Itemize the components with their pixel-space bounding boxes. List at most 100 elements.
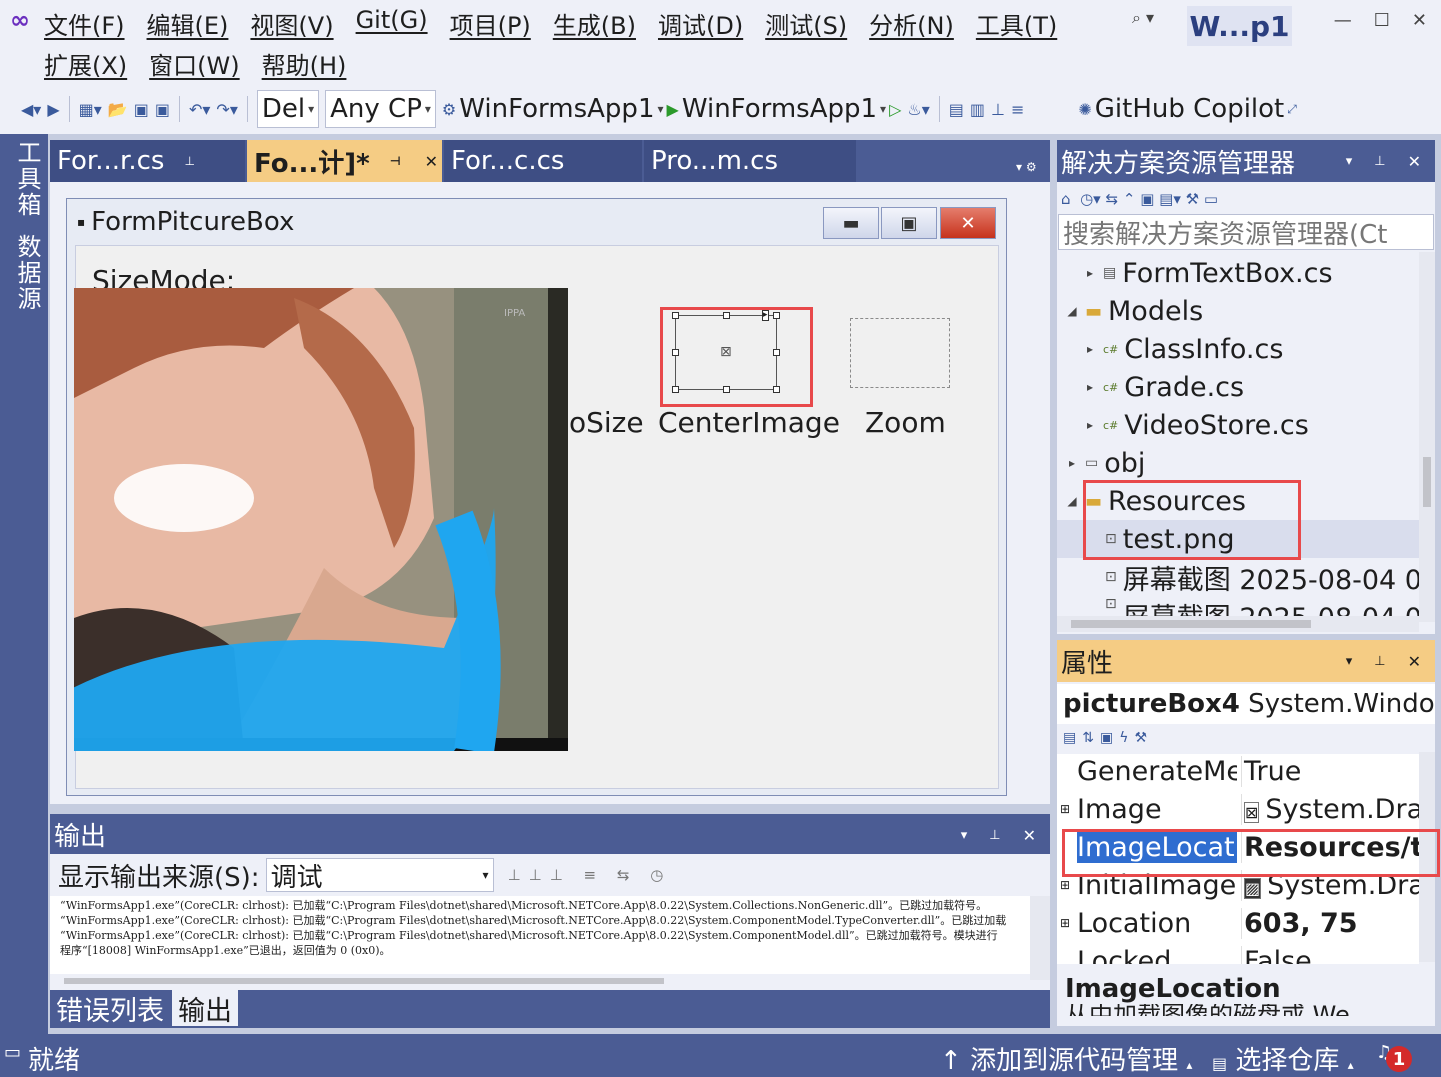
- property-value[interactable]: 603, 75: [1241, 908, 1419, 939]
- back-icon[interactable]: ◀▾: [21, 100, 41, 119]
- property-row[interactable]: ⊞ Image ⊠ System.Dra: [1057, 792, 1419, 830]
- close-icon[interactable]: ✕: [1023, 826, 1036, 845]
- output-tools-icon[interactable]: ⊥⊥⊥ ≡ ⇆ ◷: [508, 866, 672, 884]
- close-tab-icon[interactable]: ✕: [425, 152, 438, 171]
- add-source-control-button[interactable]: ↑ 添加到源代码管理 ▴: [940, 1040, 1192, 1077]
- save-all-icon[interactable]: ▣: [155, 100, 170, 119]
- menu-debug[interactable]: 调试(D): [658, 6, 743, 41]
- output-vscrollbar[interactable]: [1030, 896, 1050, 980]
- zoom-label[interactable]: Zoom: [865, 406, 946, 439]
- property-row[interactable]: GenerateMe True: [1057, 754, 1419, 792]
- output-hscrollbar[interactable]: [50, 974, 1030, 988]
- property-value[interactable]: False: [1241, 946, 1419, 964]
- dropdown-icon[interactable]: ▾: [1346, 154, 1353, 169]
- copilot-button[interactable]: GitHub Copilot: [1095, 94, 1284, 124]
- property-row[interactable]: ⊞ Location 603, 75: [1057, 906, 1419, 944]
- wrench-icon[interactable]: ⚒: [1134, 730, 1147, 746]
- close-icon[interactable]: ✕: [1408, 152, 1421, 171]
- tab-form-r[interactable]: For...r.cs ⊥: [50, 140, 245, 182]
- startup-project[interactable]: WinFormsApp1: [459, 94, 654, 124]
- expand-icon[interactable]: ⊞: [1060, 878, 1070, 892]
- tree-item[interactable]: ▸ ▤ FormTextBox.cs: [1057, 254, 1419, 292]
- picturebox-zoom[interactable]: [850, 318, 950, 388]
- categorized-icon[interactable]: ▤: [1063, 730, 1076, 746]
- solution-hscrollbar[interactable]: [1057, 616, 1419, 632]
- solution-scrollbar[interactable]: [1419, 252, 1435, 622]
- menu-tools[interactable]: 工具(T): [976, 6, 1057, 41]
- forward-icon[interactable]: ▶: [47, 100, 59, 119]
- pin-icon[interactable]: ⊥: [1374, 154, 1385, 169]
- run-icon[interactable]: ▶: [667, 100, 679, 119]
- open-icon[interactable]: 📂: [108, 100, 128, 119]
- browser-icon[interactable]: ▤: [949, 100, 964, 119]
- select-repo-button[interactable]: ▤ 选择仓库 ▴: [1212, 1040, 1354, 1077]
- pin-icon[interactable]: ⊣: [390, 154, 401, 168]
- alphabetical-icon[interactable]: ⇅: [1082, 730, 1094, 746]
- align-icon[interactable]: ⊥: [991, 100, 1005, 119]
- run-target[interactable]: WinFormsApp1: [682, 94, 877, 124]
- menu-build[interactable]: 生成(B): [553, 6, 636, 41]
- tab-program[interactable]: Pro...m.cs: [644, 140, 856, 182]
- notification-badge[interactable]: 1: [1386, 1046, 1412, 1072]
- run-without-debug-icon[interactable]: ▷: [889, 100, 901, 119]
- project-badge[interactable]: W...p1: [1187, 6, 1292, 46]
- copilot-expand-icon[interactable]: ⤢: [1287, 102, 1297, 117]
- tree-item[interactable]: ⊡ 屏幕截图 2025-08-04 0: [1057, 596, 1419, 616]
- menu-view[interactable]: 视图(V): [250, 6, 333, 41]
- tab-form-designer[interactable]: Fo...计]* ⊣ ✕: [247, 140, 442, 182]
- menu-git[interactable]: Git(G): [356, 6, 428, 41]
- collapse-icon[interactable]: ⌃: [1123, 190, 1136, 208]
- home-icon[interactable]: ⌂: [1061, 190, 1071, 208]
- menu-analyze[interactable]: 分析(N): [869, 6, 954, 41]
- output-source-select[interactable]: 调试 ▾: [265, 858, 494, 893]
- menu-edit[interactable]: 编辑(E): [147, 6, 229, 41]
- expand-icon[interactable]: ⊞: [1060, 916, 1070, 930]
- menu-extensions[interactable]: 扩展(X): [44, 46, 127, 81]
- hot-reload-icon[interactable]: ♨▾: [907, 100, 929, 119]
- show-all-icon[interactable]: ▣: [1140, 190, 1154, 208]
- redo-icon[interactable]: ↷▾: [216, 100, 237, 119]
- close-icon[interactable]: ✕: [1412, 10, 1427, 31]
- property-value[interactable]: ⊠ System.Dra: [1241, 794, 1419, 825]
- tree-item[interactable]: ◢ ▬ Models: [1057, 292, 1419, 330]
- properties-icon[interactable]: ▣: [1100, 730, 1113, 746]
- solution-search-input[interactable]: 搜索解决方案资源管理器(Ct: [1058, 214, 1434, 250]
- dropdown-icon[interactable]: ▾: [1346, 654, 1353, 669]
- expand-icon[interactable]: ⊞: [1060, 802, 1070, 816]
- maximize-icon[interactable]: ☐: [1374, 10, 1390, 31]
- events-icon[interactable]: ϟ: [1119, 730, 1128, 746]
- pin-icon[interactable]: ⊥: [184, 154, 194, 168]
- layout-icon[interactable]: ▥: [970, 100, 985, 119]
- centerimage-label[interactable]: CenterImage: [658, 406, 840, 439]
- datasource-tab[interactable]: 数据源: [10, 234, 45, 312]
- output-text[interactable]: “WinFormsApp1.exe”(CoreCLR: clrhost): 已加…: [50, 896, 1030, 980]
- new-project-icon[interactable]: ▦▾: [79, 100, 102, 119]
- search-icon[interactable]: ⌕ ▾: [1132, 8, 1154, 28]
- pin-icon[interactable]: ⊥: [1374, 654, 1385, 669]
- tree-item[interactable]: ▸ c# VideoStore.cs: [1057, 406, 1419, 444]
- tree-item[interactable]: ▸ c# ClassInfo.cs: [1057, 330, 1419, 368]
- menu-file[interactable]: 文件(F): [44, 6, 125, 41]
- menu-help[interactable]: 帮助(H): [262, 46, 347, 81]
- platform-select[interactable]: Any CP ▾: [325, 90, 436, 128]
- wrench-icon[interactable]: ⚒: [1186, 190, 1199, 208]
- minimize-icon[interactable]: —: [1334, 10, 1352, 31]
- autosize-label[interactable]: oSize: [569, 406, 644, 439]
- property-value[interactable]: True: [1241, 756, 1419, 787]
- save-icon[interactable]: ▣: [134, 100, 149, 119]
- property-row[interactable]: Locked False: [1057, 944, 1419, 964]
- menu-project[interactable]: 项目(P): [450, 6, 531, 41]
- preview-icon[interactable]: ▭: [1204, 190, 1218, 208]
- menu-test[interactable]: 测试(S): [765, 6, 847, 41]
- tab-form-c[interactable]: For...c.cs: [444, 140, 642, 182]
- tree-item[interactable]: ▸ c# Grade.cs: [1057, 368, 1419, 406]
- tab-error-list[interactable]: 错误列表: [50, 990, 170, 1027]
- picturebox-photo[interactable]: IPPA: [74, 288, 568, 751]
- menu-window[interactable]: 窗口(W): [149, 46, 239, 81]
- filter-icon[interactable]: ▤▾: [1159, 190, 1181, 208]
- format-icon[interactable]: ≡: [1011, 100, 1024, 119]
- object-selector[interactable]: pictureBox4 System.Windo: [1057, 684, 1435, 724]
- pin-icon[interactable]: ⊥: [989, 828, 1000, 843]
- tab-overflow-icon[interactable]: ▾ ⚙: [1016, 160, 1037, 174]
- history-icon[interactable]: ◷▾: [1080, 190, 1101, 208]
